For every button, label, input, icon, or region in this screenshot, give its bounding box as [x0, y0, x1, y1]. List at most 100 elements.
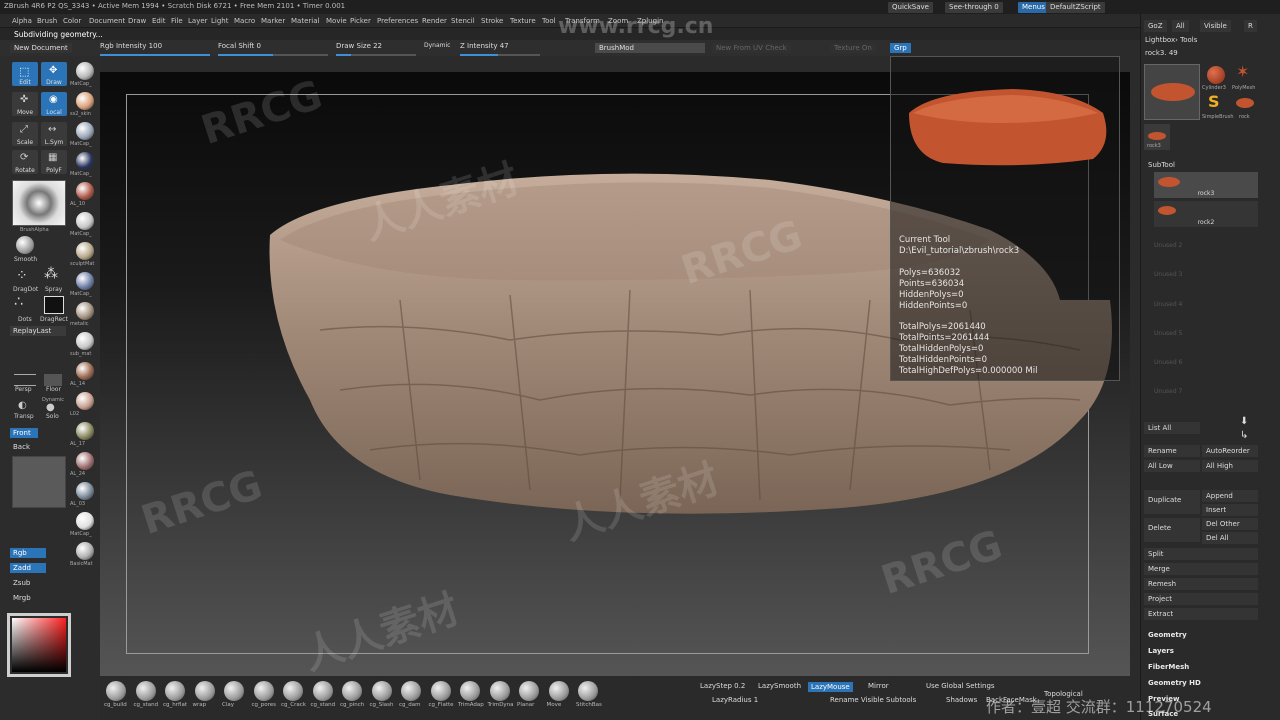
color-picker[interactable] — [7, 613, 71, 677]
goz-r-button[interactable]: R — [1244, 20, 1257, 32]
material-swatch[interactable] — [76, 452, 94, 470]
material-swatch[interactable] — [76, 272, 94, 290]
append-button[interactable]: Append — [1202, 490, 1258, 502]
back-button[interactable]: Back — [10, 442, 38, 452]
geometry-section[interactable]: Geometry — [1148, 631, 1187, 639]
menu-material[interactable]: Material — [291, 17, 319, 25]
rename-visible-subtools-button[interactable]: Rename Visible Subtools — [830, 696, 916, 704]
brushmod-slider[interactable]: BrushMod — [595, 43, 705, 53]
menu-preferences[interactable]: Preferences — [377, 17, 418, 25]
menu-layer[interactable]: Layer — [188, 17, 208, 25]
material-swatch[interactable] — [76, 482, 94, 500]
rock-thumb[interactable] — [1236, 98, 1254, 108]
brush-cg-pinch[interactable] — [342, 681, 362, 701]
lsym-button[interactable]: ↔ L.Sym — [41, 122, 67, 146]
menu-file[interactable]: File — [171, 17, 183, 25]
default-script-button[interactable]: DefaultZScript — [1046, 2, 1105, 13]
dots-icon[interactable]: ∴ — [14, 294, 23, 310]
draw-size-slider[interactable]: Draw Size 22 — [336, 42, 416, 56]
polyf-button[interactable]: ▦ PolyF — [41, 150, 67, 174]
menu-alpha[interactable]: Alpha — [12, 17, 32, 25]
project-menu[interactable]: Project — [1144, 593, 1258, 605]
material-swatch[interactable] — [76, 392, 94, 410]
subtool-item-rock2[interactable]: rock2 — [1154, 201, 1258, 227]
grp-button[interactable]: Grp — [890, 43, 911, 53]
rename-button[interactable]: Rename — [1144, 445, 1200, 457]
rotate-button[interactable]: ⟳ Rotate — [12, 150, 38, 174]
subtool-item-rock3[interactable]: rock3 — [1154, 172, 1258, 198]
split-menu[interactable]: Split — [1144, 548, 1258, 560]
dragdot-icon[interactable]: ⁘ — [16, 268, 28, 284]
menu-draw[interactable]: Draw — [128, 17, 146, 25]
brush-trimdyna[interactable] — [489, 681, 510, 701]
brush-cg-stand[interactable] — [135, 681, 156, 701]
see-through-slider[interactable]: See-through 0 — [945, 2, 1003, 13]
brush-stitchbas[interactable] — [578, 681, 598, 701]
menu-stencil[interactable]: Stencil — [451, 17, 475, 25]
material-swatch[interactable] — [76, 152, 94, 170]
solo-icon[interactable]: ● — [46, 402, 55, 413]
layers-section[interactable]: Layers — [1148, 647, 1174, 655]
focal-shift-slider[interactable]: Focal Shift 0 — [218, 42, 328, 56]
brush-cg-slash[interactable] — [371, 681, 392, 701]
menu-color[interactable]: Color — [63, 17, 81, 25]
material-swatch[interactable] — [76, 212, 94, 230]
merge-menu[interactable]: Merge — [1144, 563, 1258, 575]
insert-button[interactable]: Insert — [1202, 504, 1258, 516]
fibermesh-section[interactable]: FiberMesh — [1148, 663, 1189, 671]
mirror-button[interactable]: Mirror — [868, 682, 889, 690]
persp-icon[interactable] — [14, 374, 36, 386]
material-swatch[interactable] — [76, 62, 94, 80]
zsub-button[interactable]: Zsub — [10, 578, 46, 588]
z-intensity-slider[interactable]: Z Intensity 47 — [460, 42, 540, 56]
menu-stroke[interactable]: Stroke — [481, 17, 503, 25]
scale-button[interactable]: ⤢ Scale — [12, 122, 38, 146]
cylinder-thumb[interactable] — [1207, 66, 1225, 84]
remesh-menu[interactable]: Remesh — [1144, 578, 1258, 590]
brush-wrap[interactable] — [194, 681, 215, 701]
brush-planar[interactable] — [519, 681, 539, 701]
texture-on-button[interactable]: Texture On — [830, 43, 876, 53]
brush-cg-flatte[interactable] — [430, 681, 451, 701]
brush-trimadap[interactable] — [460, 681, 480, 701]
shadows-toggle[interactable]: Shadows — [946, 696, 977, 704]
autoreorder-button[interactable]: AutoReorder — [1202, 445, 1258, 457]
rgb-intensity-slider[interactable]: Rgb Intensity 100 — [100, 42, 210, 56]
brush-cg-stand[interactable] — [312, 681, 333, 701]
menu-macro[interactable]: Macro — [234, 17, 255, 25]
lazy-mouse-toggle[interactable]: LazyMouse — [808, 682, 853, 692]
material-swatch[interactable] — [76, 362, 94, 380]
menu-picker[interactable]: Picker — [350, 17, 371, 25]
new-from-uv-button[interactable]: New From UV Check — [712, 43, 791, 53]
material-swatch[interactable] — [76, 332, 94, 350]
front-button[interactable]: Front — [10, 428, 38, 438]
brush-cg-crack[interactable] — [283, 681, 303, 701]
menu-texture[interactable]: Texture — [510, 17, 536, 25]
simplebrush-icon[interactable]: S — [1208, 92, 1220, 111]
local-button[interactable]: ◉ Local — [41, 92, 67, 116]
quicksave-button[interactable]: QuickSave — [888, 2, 933, 13]
lazy-smooth-slider[interactable]: LazySmooth — [758, 682, 801, 690]
material-swatch[interactable] — [76, 242, 94, 260]
list-all-button[interactable]: List All — [1144, 422, 1200, 434]
draw-button[interactable]: ✥ Draw — [41, 62, 67, 86]
lazy-radius-slider[interactable]: LazyRadius 1 — [712, 696, 758, 704]
delete-button[interactable]: Delete — [1144, 518, 1200, 542]
menu-brush[interactable]: Brush — [37, 17, 57, 25]
brush-cg-build[interactable] — [106, 681, 126, 701]
smooth-brush[interactable] — [16, 236, 34, 254]
all-low-button[interactable]: All Low — [1144, 460, 1200, 472]
tool-thumb-rock3-large[interactable] — [1144, 64, 1200, 120]
material-swatch[interactable] — [76, 542, 94, 560]
arrow-down-icon[interactable]: ⬇ — [1240, 416, 1248, 427]
transp-icon[interactable]: ◐ — [18, 400, 27, 411]
material-swatch[interactable] — [76, 512, 94, 530]
dynamic-toggle[interactable]: Dynamic — [420, 41, 454, 50]
material-swatch[interactable] — [76, 92, 94, 110]
lazy-step-slider[interactable]: LazyStep 0.2 — [700, 682, 745, 690]
spray-icon[interactable]: ⁂ — [44, 266, 58, 282]
polymesh-star-icon[interactable]: ✶ — [1236, 62, 1249, 81]
menu-edit[interactable]: Edit — [152, 17, 166, 25]
mrgb-button[interactable]: Mrgb — [10, 593, 46, 603]
edit-button[interactable]: ⬚ Edit — [12, 62, 38, 86]
